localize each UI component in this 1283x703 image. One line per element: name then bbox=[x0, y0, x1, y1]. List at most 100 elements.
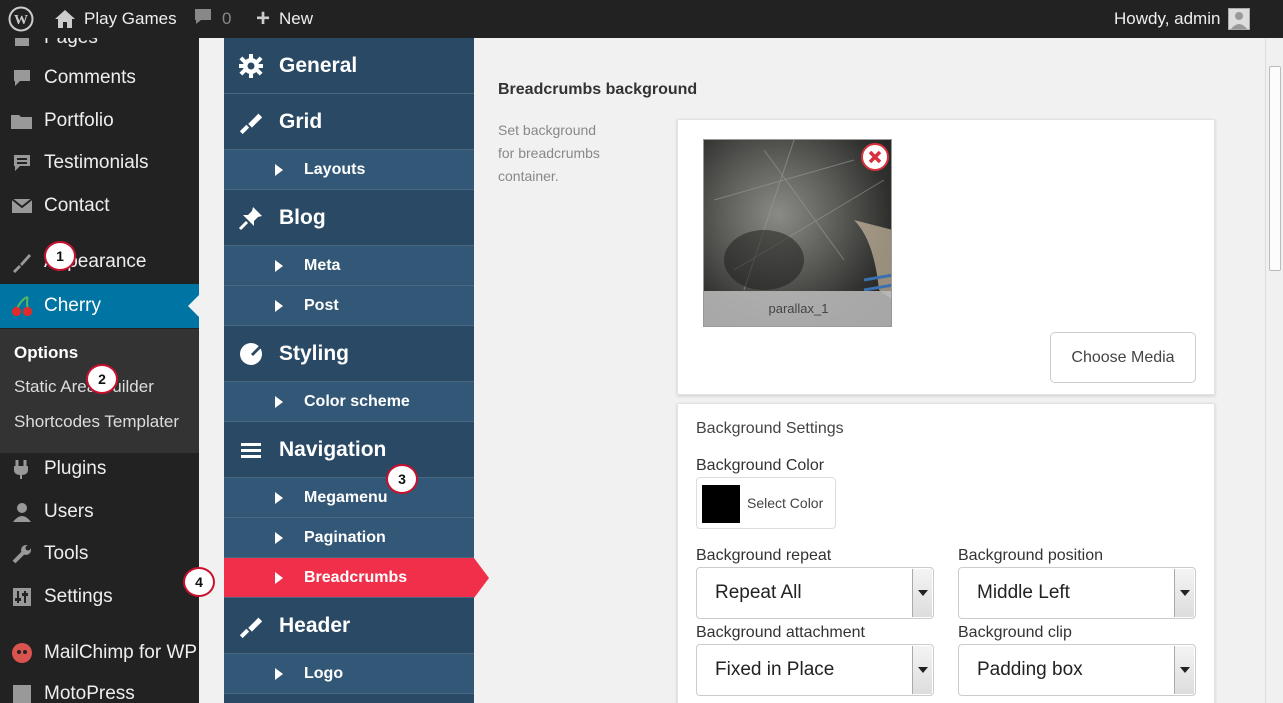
chevron-down-icon bbox=[1174, 569, 1194, 617]
nav-section-general[interactable]: General bbox=[224, 38, 474, 94]
nav-sub-label: Color scheme bbox=[304, 392, 410, 410]
users-icon bbox=[10, 500, 34, 524]
submenu-item-static-area-builder[interactable]: Static Area Builder bbox=[14, 377, 154, 397]
scrollbar-thumb[interactable] bbox=[1269, 66, 1281, 271]
choose-media-button[interactable]: Choose Media bbox=[1050, 332, 1196, 383]
sidebar-item-label: Settings bbox=[44, 586, 113, 607]
sidebar-item-contact[interactable]: Contact bbox=[0, 186, 199, 226]
nav-sub-layouts[interactable]: Layouts bbox=[224, 150, 474, 190]
caret-right-icon bbox=[275, 395, 283, 408]
palette-icon bbox=[238, 341, 264, 367]
bg-color-label: Background Color bbox=[696, 457, 825, 474]
sidebar-item-motopress[interactable]: MotoPress bbox=[0, 674, 199, 703]
plus-icon: + bbox=[256, 5, 271, 32]
sidebar-item-portfolio[interactable]: Portfolio bbox=[0, 101, 199, 141]
sidebar-item-label: Portfolio bbox=[44, 110, 114, 131]
media-box: parallax_1 Choose Media bbox=[677, 119, 1215, 395]
nav-sub-color-scheme[interactable]: Color scheme bbox=[224, 382, 474, 422]
nav-sub-label: Logo bbox=[304, 664, 344, 682]
nav-sub-logo[interactable]: Logo bbox=[224, 654, 474, 694]
bg-position-label: Background position bbox=[958, 547, 1103, 564]
chevron-down-icon bbox=[1174, 646, 1194, 694]
submenu-item-shortcodes-templater[interactable]: Shortcodes Templater bbox=[14, 412, 179, 432]
chevron-down-icon bbox=[912, 569, 932, 617]
bg-repeat-value: Repeat All bbox=[715, 582, 802, 603]
options-content: Breadcrumbs background Set background fo… bbox=[474, 38, 1237, 703]
nav-sub-meta[interactable]: Meta bbox=[224, 246, 474, 286]
caret-right-icon bbox=[275, 299, 283, 312]
bg-repeat-label: Background repeat bbox=[696, 547, 832, 564]
sidebar-item-cherry[interactable]: Cherry bbox=[0, 284, 199, 328]
bg-attachment-label: Background attachment bbox=[696, 624, 865, 641]
media-thumbnail[interactable]: parallax_1 bbox=[703, 139, 892, 327]
account-menu[interactable]: Howdy, admin bbox=[1114, 0, 1251, 38]
portfolio-icon bbox=[10, 109, 34, 133]
step-badge-3: 3 bbox=[386, 464, 418, 494]
bg-position-select[interactable]: Middle Left bbox=[958, 567, 1196, 619]
sidebar-item-comments[interactable]: Comments bbox=[0, 58, 199, 98]
tools-icon bbox=[10, 542, 34, 566]
chevron-down-icon bbox=[912, 646, 932, 694]
svg-text:W: W bbox=[14, 13, 28, 28]
nav-section-label: Grid bbox=[279, 109, 323, 133]
sidebar-item-appearance[interactable]: Appearance bbox=[0, 242, 199, 282]
nav-sub-megamenu[interactable]: Megamenu bbox=[224, 478, 474, 518]
cherry-icon bbox=[10, 294, 34, 318]
step-badge-2: 2 bbox=[86, 364, 118, 394]
nav-section-grid[interactable]: Grid bbox=[224, 94, 474, 150]
nav-sub-label: Meta bbox=[304, 256, 341, 274]
bg-attachment-value: Fixed in Place bbox=[715, 659, 835, 680]
sidebar-item-label: MailChimp for WP bbox=[44, 642, 198, 663]
nav-sub-pagination[interactable]: Pagination bbox=[224, 518, 474, 558]
contact-icon bbox=[10, 194, 34, 218]
sidebar-item-settings[interactable]: Settings bbox=[0, 577, 199, 617]
caret-right-icon bbox=[275, 163, 283, 176]
nav-section-label: Styling bbox=[279, 341, 350, 365]
option-description: Set background for breadcrumbs container… bbox=[498, 122, 600, 184]
color-swatch bbox=[702, 485, 740, 523]
wordpress-logo-icon[interactable]: W bbox=[8, 0, 34, 38]
sidebar-item-label: Testimonials bbox=[44, 152, 149, 173]
bg-settings-title: Background Settings bbox=[696, 420, 844, 437]
sidebar-item-mailchimp[interactable]: MailChimp for WP bbox=[0, 633, 199, 673]
bg-repeat-select[interactable]: Repeat All bbox=[696, 567, 934, 619]
sidebar-item-tools[interactable]: Tools bbox=[0, 534, 199, 574]
bg-clip-value: Padding box bbox=[977, 659, 1083, 680]
caret-right-icon bbox=[275, 571, 283, 584]
sidebar-item-users[interactable]: Users bbox=[0, 492, 199, 532]
nav-section-navigation[interactable]: Navigation bbox=[224, 422, 474, 478]
comments-link[interactable]: 0 bbox=[193, 0, 231, 38]
nav-sub-label: Breadcrumbs bbox=[304, 568, 408, 586]
bg-clip-select[interactable]: Padding box bbox=[958, 644, 1196, 696]
option-title: Breadcrumbs background bbox=[498, 81, 698, 98]
sidebar-item-label: Comments bbox=[44, 67, 136, 88]
submenu-item-options[interactable]: Options bbox=[14, 343, 78, 363]
sidebar-item-label: Pages bbox=[44, 38, 98, 49]
brush-icon bbox=[238, 109, 264, 135]
color-picker-button[interactable]: Select Color bbox=[696, 477, 836, 529]
remove-media-icon[interactable] bbox=[861, 143, 889, 171]
avatar bbox=[1228, 8, 1251, 30]
comments-icon bbox=[10, 66, 34, 90]
nav-section-styling[interactable]: Styling bbox=[224, 326, 474, 382]
sidebar-item-pages[interactable]: Pages bbox=[0, 38, 199, 58]
nav-section-header[interactable]: Header bbox=[224, 598, 474, 654]
caret-right-icon bbox=[275, 491, 283, 504]
nav-section-label: General bbox=[279, 53, 358, 77]
page-scrollbar[interactable] bbox=[1265, 38, 1283, 703]
nav-sub-post[interactable]: Post bbox=[224, 286, 474, 326]
brush-icon bbox=[238, 613, 264, 639]
new-label: New bbox=[279, 9, 314, 28]
nav-sub-breadcrumbs[interactable]: Breadcrumbs bbox=[224, 558, 474, 598]
plugins-icon bbox=[10, 457, 34, 481]
sidebar-item-plugins[interactable]: Plugins bbox=[0, 449, 199, 489]
nav-section-blog[interactable]: Blog bbox=[224, 190, 474, 246]
site-home-link[interactable]: Play Games bbox=[54, 0, 177, 38]
nav-sub-label: Pagination bbox=[304, 528, 386, 546]
site-name: Play Games bbox=[84, 9, 177, 28]
sidebar-item-testimonials[interactable]: Testimonials bbox=[0, 143, 199, 183]
sidebar-item-label: MotoPress bbox=[44, 683, 135, 703]
nav-sub-label: Layouts bbox=[304, 160, 366, 178]
bg-attachment-select[interactable]: Fixed in Place bbox=[696, 644, 934, 696]
new-content-link[interactable]: + New bbox=[256, 0, 313, 38]
